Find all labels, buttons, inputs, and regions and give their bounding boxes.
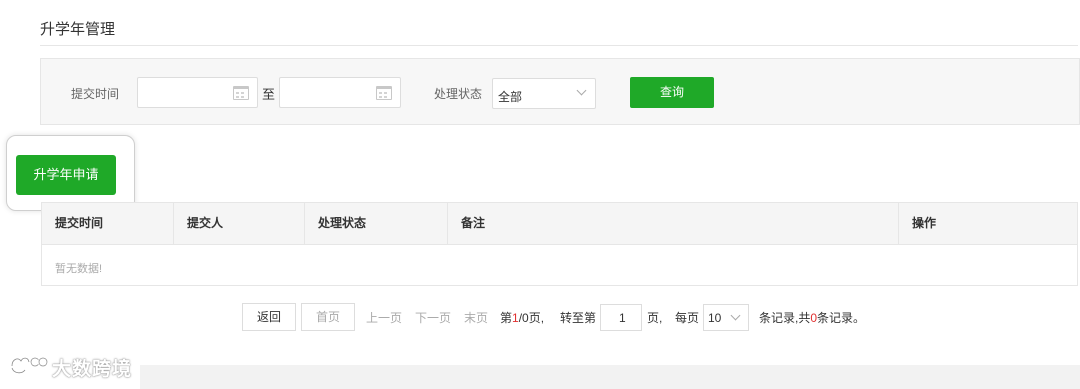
brand-logo-icon: [10, 356, 48, 374]
chevron-down-icon: [730, 310, 741, 321]
last-page-link[interactable]: 末页: [464, 309, 488, 326]
empty-table-message: 暂无数据!: [55, 263, 103, 275]
start-date-input[interactable]: [137, 77, 258, 108]
column-header-remark[interactable]: 备注: [448, 203, 899, 244]
status-select[interactable]: 全部: [492, 78, 596, 109]
goto-page-input[interactable]: 1: [600, 304, 642, 331]
column-header-status[interactable]: 处理状态: [305, 203, 448, 244]
goto-page-suffix: 页,: [647, 311, 663, 325]
status-label: 处理状态: [434, 87, 483, 101]
total-suffix: 条记录。: [817, 311, 866, 325]
page-prefix: 第: [500, 311, 513, 325]
end-date-input[interactable]: [279, 77, 401, 108]
apply-grade-upgrade-button[interactable]: 升学年申请: [16, 155, 116, 195]
chevron-down-icon: [576, 85, 587, 96]
next-page-link[interactable]: 下一页: [415, 309, 451, 326]
status-select-value: 全部: [498, 90, 523, 104]
watermark-text: 大数跨境: [52, 359, 133, 380]
title-divider: [40, 45, 1078, 46]
table-header: 提交时间 提交人 处理状态 备注 操作: [42, 203, 1077, 245]
calendar-icon[interactable]: [233, 86, 249, 100]
column-header-submit-time[interactable]: 提交时间: [42, 203, 174, 244]
column-header-submitter[interactable]: 提交人: [174, 203, 305, 244]
per-page-prefix: 每页: [675, 311, 700, 325]
total-records: 条记录,共0条记录。: [759, 309, 865, 326]
back-button[interactable]: 返回: [242, 303, 296, 331]
per-page-select[interactable]: 10: [703, 304, 749, 331]
footer-strip: [140, 365, 1080, 389]
query-button[interactable]: 查询: [630, 77, 714, 108]
records-table: 提交时间 提交人 处理状态 备注 操作 暂无数据!: [41, 202, 1078, 286]
first-page-button[interactable]: 首页: [301, 303, 355, 331]
goto-page-prefix: 转至第: [560, 311, 597, 325]
page-title: 升学年管理: [40, 21, 116, 38]
date-range-separator: 至: [262, 87, 276, 102]
submit-time-label: 提交时间: [71, 87, 120, 101]
page-indicator: 第1/0页,: [500, 309, 544, 326]
per-page-suffix: 条记录,: [759, 311, 799, 325]
per-page-value: 10: [708, 311, 722, 325]
column-header-actions[interactable]: 操作: [899, 203, 1079, 244]
prev-page-link[interactable]: 上一页: [366, 309, 402, 326]
calendar-icon[interactable]: [376, 86, 392, 100]
page-suffix: /0页,: [518, 311, 545, 325]
total-prefix: 共: [798, 311, 811, 325]
current-page-number: 1: [512, 311, 519, 325]
